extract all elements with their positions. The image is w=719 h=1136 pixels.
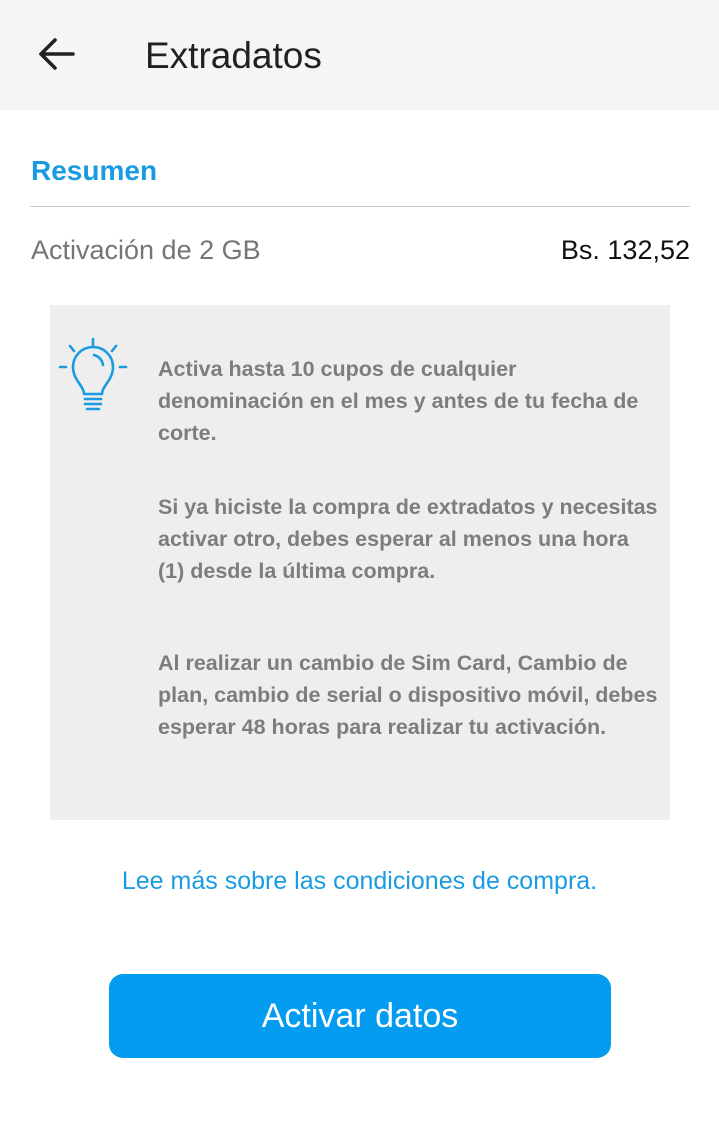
item-price: Bs. 132,52: [560, 235, 690, 265]
page-title: Extradatos: [145, 35, 322, 76]
info-paragraph: Al realizar un cambio de Sim Card, Cambi…: [158, 651, 658, 739]
info-paragraph: Si ya hiciste la compra de extradatos y …: [158, 495, 658, 583]
arrow-left-icon: [39, 38, 75, 70]
section-title-summary: Resumen: [31, 155, 158, 186]
lightbulb-icon: [58, 337, 128, 411]
back-button[interactable]: [30, 30, 82, 78]
purchase-conditions-link[interactable]: Lee más sobre las condiciones de compra.: [0, 864, 719, 898]
activate-data-button[interactable]: Activar datos: [109, 974, 611, 1058]
info-box: Activa hasta 10 cupos de cualquier denom…: [50, 305, 670, 820]
item-label: Activación de 2 GB: [31, 235, 261, 265]
info-paragraph: Activa hasta 10 cupos de cualquier denom…: [158, 357, 639, 445]
app-bar: Extradatos: [0, 0, 719, 110]
divider: [30, 206, 690, 207]
